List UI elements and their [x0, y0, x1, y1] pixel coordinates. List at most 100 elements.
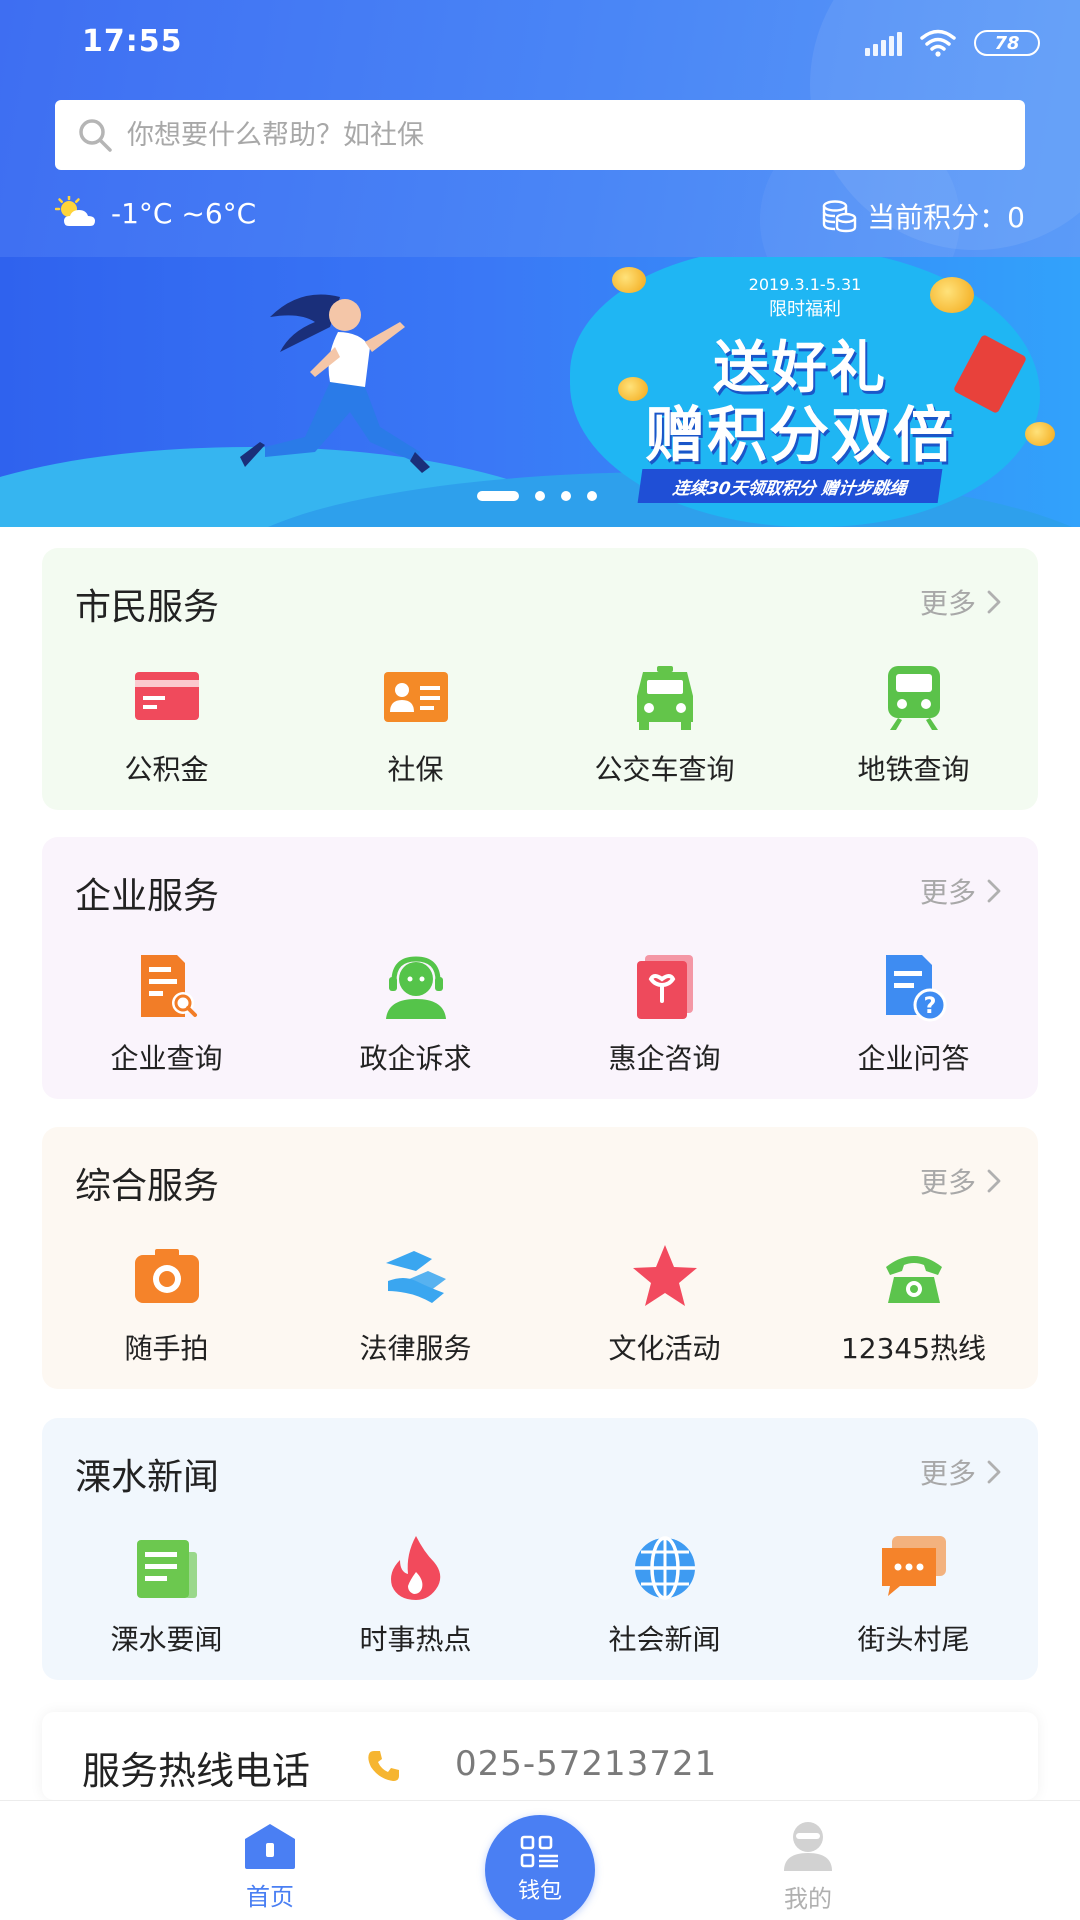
telephone-icon — [878, 1241, 950, 1313]
service-item[interactable]: 政企诉求 — [291, 951, 540, 1077]
service-item[interactable]: 社会新闻 — [540, 1532, 789, 1658]
service-item[interactable]: 惠企咨询 — [540, 951, 789, 1077]
running-woman-illustration — [240, 294, 430, 473]
chevron-right-icon — [987, 1169, 1001, 1193]
section-more-link[interactable]: 更多 — [920, 1452, 1002, 1492]
service-item-label: 企业查询 — [110, 1042, 223, 1075]
hotline-number[interactable]: 025-57213721 — [455, 1744, 717, 1784]
star-icon — [629, 1241, 701, 1313]
more-label: 更多 — [919, 1166, 976, 1199]
faq-document-icon: ? — [878, 951, 950, 1023]
service-item-label: 社会新闻 — [608, 1623, 721, 1656]
service-hotline[interactable]: 服务热线电话 025-57213721 — [42, 1712, 1038, 1800]
book-icon — [629, 951, 701, 1023]
flame-icon — [380, 1532, 452, 1604]
service-grid: 企业查询 政企诉求 惠企咨询 ? 企业问答 — [42, 951, 1038, 1077]
service-item-label: 文化活动 — [608, 1332, 721, 1365]
carousel-dot[interactable] — [535, 491, 545, 501]
service-item-label: 公交车查询 — [594, 753, 735, 786]
chevron-right-icon — [987, 590, 1001, 614]
id-card-icon — [380, 662, 452, 734]
svg-text:?: ? — [923, 994, 936, 1019]
carousel-dot[interactable] — [587, 491, 597, 501]
service-section-card: 溧水新闻 更多 溧水要闻 时事热点 社会新闻 街头村尾 — [42, 1418, 1038, 1680]
service-item[interactable]: 社保 — [291, 662, 540, 788]
chevron-right-icon — [987, 879, 1001, 903]
bottom-tab-bar: 首页 钱包 我的 — [0, 1800, 1080, 1920]
weather-widget[interactable]: -1°C ~6°C — [55, 196, 256, 230]
chevron-right-icon — [987, 1460, 1001, 1484]
status-time: 17:55 — [82, 24, 183, 59]
tab-profile[interactable]: 我的 — [728, 1801, 888, 1920]
header: 17:55 78 -1°C ~6°C — [0, 0, 1080, 257]
carousel-dot-active[interactable] — [477, 491, 519, 501]
service-item[interactable]: 时事热点 — [291, 1532, 540, 1658]
service-item-label: 政企诉求 — [359, 1042, 472, 1075]
phone-icon — [368, 1751, 399, 1781]
tab-profile-label: 我的 — [784, 1885, 832, 1913]
tab-home[interactable]: 首页 — [190, 1801, 350, 1920]
service-item-label: 时事热点 — [359, 1623, 472, 1656]
section-title: 市民服务 — [75, 587, 220, 628]
wifi-icon — [920, 29, 956, 57]
points-widget[interactable]: 当前积分：0 — [821, 196, 1025, 236]
service-item[interactable]: ? 企业问答 — [789, 951, 1038, 1077]
service-item[interactable]: 溧水要闻 — [42, 1532, 291, 1658]
signal-icon — [865, 30, 902, 56]
handshake-icon — [380, 1241, 452, 1313]
bus-icon — [629, 662, 701, 734]
service-section-card: 企业服务 更多 企业查询 政企诉求 惠企咨询 ? 企业问答 — [42, 837, 1038, 1099]
section-title: 溧水新闻 — [75, 1457, 220, 1498]
service-item[interactable]: 街头村尾 — [789, 1532, 1038, 1658]
search-bar[interactable] — [55, 100, 1025, 170]
customer-service-icon — [380, 951, 452, 1023]
hotline-title: 服务热线电话 — [82, 1749, 311, 1793]
status-icons: 78 — [865, 26, 1040, 60]
partly-cloudy-icon — [55, 196, 95, 226]
coin-decoration — [618, 377, 648, 401]
service-item-label: 街头村尾 — [857, 1623, 970, 1656]
service-item[interactable]: 文化活动 — [540, 1241, 789, 1367]
carousel-indicator[interactable] — [477, 491, 597, 501]
section-more-link[interactable]: 更多 — [920, 871, 1002, 911]
service-item-label: 地铁查询 — [857, 753, 970, 786]
globe-icon — [629, 1532, 701, 1604]
card-icon — [131, 662, 203, 734]
service-item[interactable]: 法律服务 — [291, 1241, 540, 1367]
points-label: 当前积分：0 — [867, 201, 1025, 234]
section-more-link[interactable]: 更多 — [920, 1161, 1002, 1201]
carousel-dot[interactable] — [561, 491, 571, 501]
service-item[interactable]: 企业查询 — [42, 951, 291, 1077]
home-icon — [245, 1824, 295, 1869]
section-more-link[interactable]: 更多 — [920, 582, 1002, 622]
metro-icon — [878, 662, 950, 734]
coin-decoration — [930, 277, 974, 313]
service-item[interactable]: 公积金 — [42, 662, 291, 788]
wallet-qr-icon — [520, 1835, 558, 1868]
search-input[interactable] — [127, 119, 927, 151]
service-item-label: 社保 — [387, 753, 444, 786]
more-label: 更多 — [919, 587, 976, 620]
tab-home-label: 首页 — [246, 1883, 294, 1911]
tab-wallet[interactable]: 钱包 — [485, 1815, 595, 1920]
tab-wallet-label: 钱包 — [517, 1879, 562, 1904]
banner-date-range: 2019.3.1-5.31 — [748, 275, 862, 294]
document-search-icon — [131, 951, 203, 1023]
banner-headline-line2: 赠积分双倍 — [645, 401, 955, 471]
more-label: 更多 — [919, 1457, 976, 1490]
promo-banner[interactable]: 2019.3.1-5.31 限时福利 送好礼 赠积分双倍 连续30天领取积分 赠… — [0, 257, 1080, 527]
service-item[interactable]: 公交车查询 — [540, 662, 789, 788]
service-item[interactable]: 12345热线 — [789, 1241, 1038, 1367]
service-section-card: 综合服务 更多 随手拍 法律服务 文化活动 12345热线 — [42, 1127, 1038, 1389]
section-title: 企业服务 — [75, 876, 220, 917]
service-grid: 随手拍 法律服务 文化活动 12345热线 — [42, 1241, 1038, 1367]
service-grid: 溧水要闻 时事热点 社会新闻 街头村尾 — [42, 1532, 1038, 1658]
service-item[interactable]: 随手拍 — [42, 1241, 291, 1367]
service-item-label: 法律服务 — [359, 1332, 472, 1365]
service-grid: 公积金 社保 公交车查询 地铁查询 — [42, 662, 1038, 788]
newspaper-icon — [131, 1532, 203, 1604]
banner-ribbon: 连续30天领取积分 赠计步跳绳 — [637, 469, 943, 503]
service-item[interactable]: 地铁查询 — [789, 662, 1038, 788]
coin-decoration — [1025, 422, 1055, 446]
service-item-label: 随手拍 — [124, 1332, 209, 1365]
